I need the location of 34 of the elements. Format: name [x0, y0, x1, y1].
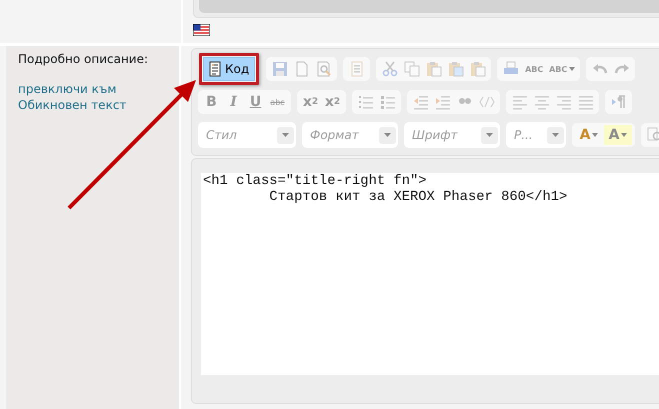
align-center-icon — [534, 94, 550, 110]
container-icon — [478, 94, 494, 110]
paste-text-icon — [448, 61, 464, 77]
preview-icon — [316, 61, 332, 77]
justify-icon — [578, 94, 594, 110]
outdent-icon — [412, 94, 428, 110]
align-right-icon — [556, 94, 572, 110]
caret-icon — [569, 67, 576, 71]
text-direction-icon — [610, 94, 626, 110]
code-editor[interactable]: <h1 class="title-right fn"> Стартов кит за XEROX Phaser 860</h1> — [201, 173, 659, 375]
indent-icon — [434, 94, 450, 110]
caret-icon — [621, 133, 628, 137]
printer-icon — [502, 61, 519, 77]
caret-icon — [282, 133, 289, 137]
page-icon — [294, 61, 310, 77]
caret-icon — [552, 133, 559, 137]
copy-icon — [404, 61, 420, 77]
numbered-list-icon — [358, 94, 374, 110]
template-icon — [348, 61, 365, 77]
scissors-icon — [382, 61, 398, 77]
save-icon — [272, 61, 288, 77]
caret-icon — [384, 133, 391, 137]
bullet-list-icon — [380, 94, 396, 110]
document-icon — [209, 61, 221, 77]
field-label: Подробно описание: — [18, 52, 150, 66]
flag-icon[interactable] — [193, 24, 210, 36]
find-icon — [646, 127, 659, 143]
caret-icon — [486, 133, 493, 137]
caret-icon — [592, 133, 598, 137]
source-button[interactable]: Код — [203, 57, 256, 81]
paste-word-icon — [470, 61, 486, 77]
paste-icon — [426, 61, 442, 77]
toggle-link[interactable]: превключи към Обикновен текст — [18, 81, 138, 113]
align-left-icon — [512, 94, 528, 110]
